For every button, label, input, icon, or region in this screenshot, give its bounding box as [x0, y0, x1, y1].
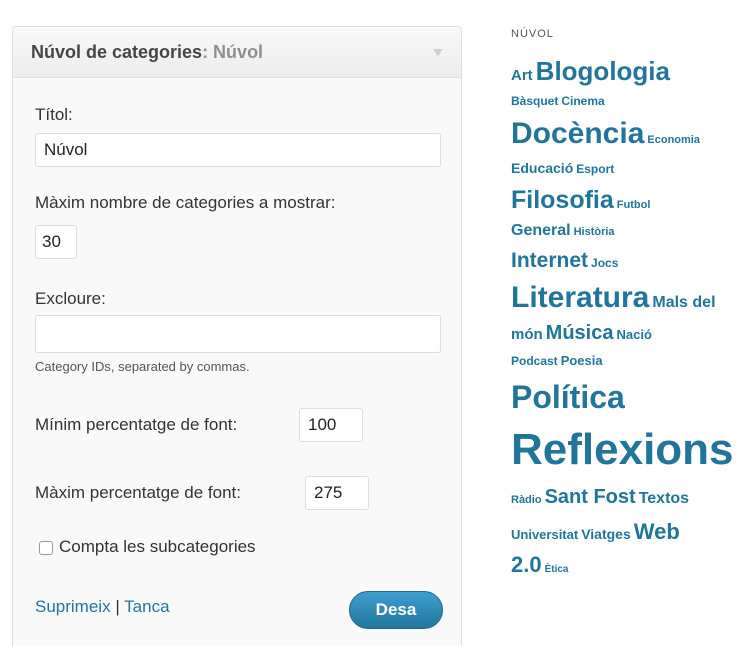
title-input[interactable]	[35, 133, 441, 167]
max-font-label: Màxim percentatge de font:	[35, 483, 242, 502]
subcategories-checkbox[interactable]	[39, 541, 53, 555]
tag-link[interactable]: Art	[511, 67, 533, 84]
subcategories-label[interactable]: Compta les subcategories	[59, 537, 256, 557]
tag-cloud-row: General Història	[511, 218, 741, 244]
exclude-label: Excloure:	[35, 289, 106, 308]
tag-link[interactable]: Podcast	[511, 354, 558, 368]
widget-panel: Núvol de categories: Núvol Títol: Màxim …	[12, 26, 462, 646]
tag-link[interactable]: Música	[546, 322, 614, 344]
tag-cloud-row: Política	[511, 374, 741, 420]
tag-cloud-row: Educació Esport	[511, 154, 741, 182]
tag-link[interactable]: Mals del	[652, 294, 715, 311]
widget-title-name: Núvol de categories	[31, 42, 203, 62]
widget-title-instance: : Núvol	[202, 42, 264, 62]
tag-link[interactable]: Literatura	[511, 281, 649, 314]
tag-link[interactable]: Bàsquet	[511, 94, 558, 108]
tag-link[interactable]: Cinema	[561, 94, 604, 108]
tag-link[interactable]: Jocs	[591, 256, 618, 270]
tag-link[interactable]: Sant Fost	[545, 486, 636, 508]
tag-link[interactable]: Filosofia	[511, 186, 614, 214]
close-link[interactable]: Tanca	[124, 597, 169, 616]
tag-cloud-row: 2.0 Ètica	[511, 550, 741, 580]
exclude-hint: Category IDs, separated by commas.	[35, 359, 250, 374]
tag-link[interactable]: Poesia	[561, 353, 603, 368]
tag-cloud-row: Literatura Mals del	[511, 278, 741, 318]
tag-link[interactable]: Nació	[616, 327, 651, 342]
tag-link[interactable]: món	[511, 326, 543, 343]
tag-link[interactable]: Història	[574, 226, 615, 238]
tag-link[interactable]: 2.0	[511, 552, 542, 577]
tag-link[interactable]: Blogologia	[536, 56, 670, 86]
tag-link[interactable]: Educació	[511, 160, 573, 176]
tag-link[interactable]: Ràdio	[511, 494, 542, 506]
widget-actions: Suprimeix | Tanca	[35, 597, 170, 617]
min-font-label: Mínim percentatge de font:	[35, 415, 238, 434]
tag-link[interactable]: Internet	[511, 249, 588, 272]
tag-cloud-row: Ràdio Sant Fost Textos	[511, 480, 741, 514]
cloud-title: NÚVOL	[511, 28, 554, 40]
tag-cloud-row: Art Blogologia	[511, 54, 741, 88]
tag-link[interactable]: Esport	[576, 162, 614, 176]
tag-link[interactable]: Universitat	[511, 527, 578, 542]
tag-link[interactable]: Textos	[639, 490, 689, 507]
tag-cloud-row: Universitat Viatges Web	[511, 514, 741, 550]
tag-link[interactable]: General	[511, 222, 571, 239]
chevron-down-icon[interactable]	[433, 49, 443, 56]
tag-link[interactable]: Política	[511, 379, 625, 415]
tag-cloud-row: Bàsquet Cinema	[511, 88, 741, 114]
actions-separator: |	[115, 597, 120, 616]
tag-cloud-row: Filosofia Futbol	[511, 182, 741, 218]
tag-cloud-row: Reflexions	[511, 420, 741, 480]
min-font-input[interactable]	[299, 408, 363, 442]
max-categories-input[interactable]	[35, 225, 77, 259]
tag-link[interactable]: Docència	[511, 117, 644, 150]
tag-link[interactable]: Economia	[647, 134, 700, 146]
tag-link[interactable]: Reflexions	[511, 425, 734, 474]
tag-link[interactable]: Viatges	[581, 526, 631, 542]
tag-link[interactable]: Futbol	[617, 199, 651, 211]
save-button[interactable]: Desa	[349, 591, 443, 629]
delete-link[interactable]: Suprimeix	[35, 597, 111, 616]
tag-cloud-row: Podcast Poesia	[511, 348, 741, 374]
max-categories-label: Màxim nombre de categories a mostrar:	[35, 193, 336, 212]
tag-link[interactable]: Web	[634, 519, 680, 544]
widget-title: Núvol de categories: Núvol	[31, 42, 263, 63]
tag-cloud: Art Blogologia Bàsquet Cinema Docència Econom…	[511, 54, 741, 648]
tag-cloud-row: Docència Economia	[511, 114, 741, 154]
tag-cloud-row: Internet Jocs	[511, 244, 741, 278]
title-label: Títol:	[35, 105, 73, 124]
max-font-input[interactable]	[305, 476, 369, 510]
tag-link[interactable]: Ètica	[545, 564, 569, 575]
tag-cloud-row: món Música Nació	[511, 318, 741, 348]
widget-header[interactable]: Núvol de categories: Núvol	[13, 27, 461, 78]
exclude-input[interactable]	[35, 315, 441, 353]
